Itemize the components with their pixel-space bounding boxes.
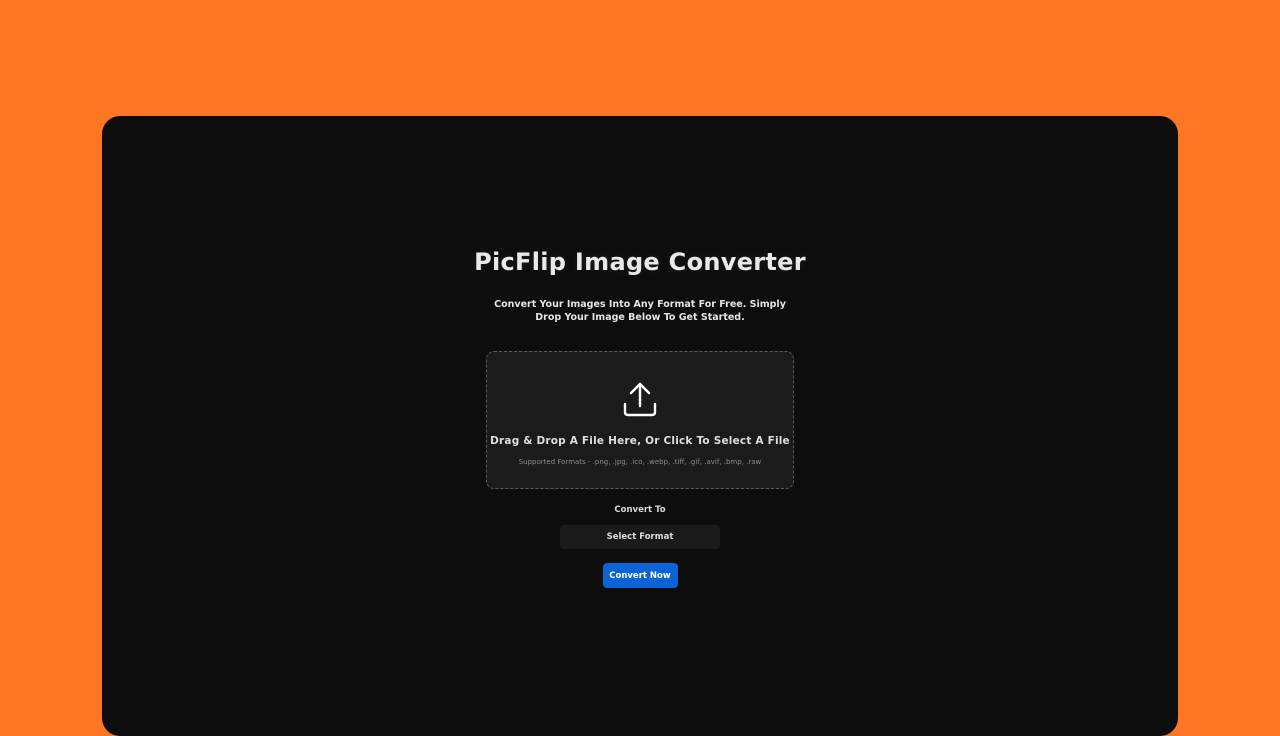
convert-to-label: Convert To: [614, 505, 666, 515]
converter-panel: PicFlip Image Converter Convert Your Ima…: [102, 116, 1178, 588]
convert-now-button[interactable]: Convert Now: [602, 563, 678, 588]
file-dropzone[interactable]: Drag & Drop A File Here, Or Click To Sel…: [486, 351, 794, 489]
page-title: PicFlip Image Converter: [474, 248, 806, 276]
app-window: PicFlip Image Converter Convert Your Ima…: [102, 116, 1178, 736]
supported-formats-text: Supported Formats - .png, .jpg, .ico, .w…: [518, 458, 762, 466]
page-subtitle: Convert Your Images Into Any Format For …: [494, 299, 786, 323]
upload-icon: [623, 382, 657, 417]
format-select[interactable]: Select Format: [560, 525, 720, 549]
dropzone-instruction: Drag & Drop A File Here, Or Click To Sel…: [490, 435, 790, 447]
